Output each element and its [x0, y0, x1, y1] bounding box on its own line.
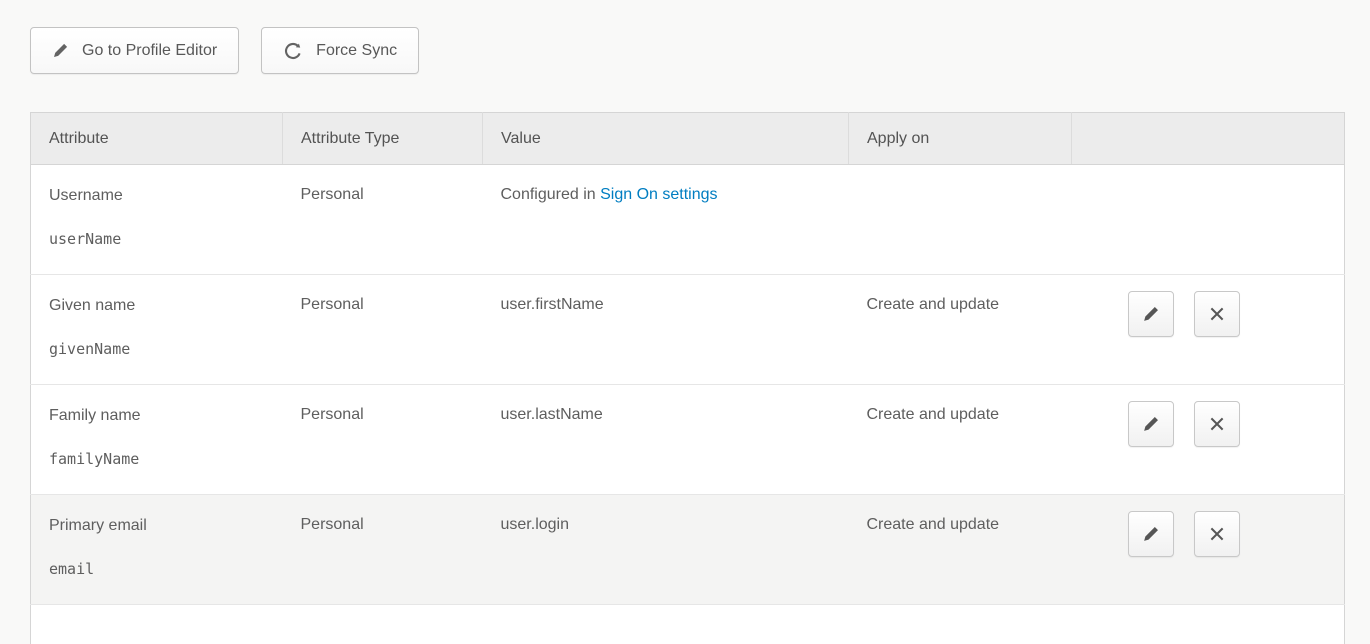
apply-on-text: Create and update [867, 296, 1000, 313]
column-header-attribute-type: Attribute Type [283, 113, 483, 165]
column-header-attribute: Attribute [31, 113, 283, 165]
attribute-label: Family name [49, 406, 265, 426]
edit-button[interactable] [1128, 291, 1174, 337]
value-text: user.lastName [501, 406, 603, 423]
attribute-type: Personal [301, 406, 364, 423]
value-text: Configured in [501, 186, 601, 203]
attribute-variable: userName [49, 230, 265, 248]
close-icon [1208, 305, 1226, 323]
edit-button[interactable] [1128, 401, 1174, 447]
attribute-type: Personal [301, 296, 364, 313]
pencil-icon [1142, 305, 1160, 323]
delete-button[interactable] [1194, 511, 1240, 557]
table-row: Primary email email Personal user.login … [31, 495, 1345, 605]
column-header-actions [1072, 113, 1345, 165]
apply-on-text: Create and update [867, 406, 1000, 423]
value-text: user.firstName [501, 296, 604, 313]
edit-button[interactable] [1128, 511, 1174, 557]
column-header-apply-on: Apply on [849, 113, 1072, 165]
pencil-icon [1142, 415, 1160, 433]
table-row: Given name givenName Personal user.first… [31, 275, 1345, 385]
table-row-partial [31, 605, 1345, 644]
delete-button[interactable] [1194, 291, 1240, 337]
force-sync-label: Force Sync [316, 42, 397, 60]
attribute-variable: givenName [49, 340, 265, 358]
attribute-label: Username [49, 186, 265, 206]
close-icon [1208, 415, 1226, 433]
pencil-icon [52, 42, 69, 59]
apply-on-text: Create and update [867, 516, 1000, 533]
force-sync-button[interactable]: Force Sync [261, 27, 419, 74]
attribute-type: Personal [301, 186, 364, 203]
delete-button[interactable] [1194, 401, 1240, 447]
attribute-variable: familyName [49, 450, 265, 468]
header-row: Attribute Attribute Type Value Apply on [31, 113, 1345, 165]
column-header-value: Value [483, 113, 849, 165]
value-text: user.login [501, 516, 570, 533]
pencil-icon [1142, 525, 1160, 543]
attribute-variable: email [49, 560, 265, 578]
page: Go to Profile Editor Force Sync Attribut… [0, 0, 1370, 644]
attribute-mappings-table: Attribute Attribute Type Value Apply on … [30, 112, 1345, 644]
go-to-profile-editor-button[interactable]: Go to Profile Editor [30, 27, 239, 74]
close-icon [1208, 525, 1226, 543]
attribute-label: Primary email [49, 516, 265, 536]
attribute-type: Personal [301, 516, 364, 533]
go-to-profile-editor-label: Go to Profile Editor [82, 42, 217, 60]
attribute-label: Given name [49, 296, 265, 316]
table-row: Family name familyName Personal user.las… [31, 385, 1345, 495]
sign-on-settings-link[interactable]: Sign On settings [600, 186, 717, 203]
table-row: Username userName Personal Configured in… [31, 165, 1345, 275]
refresh-icon [283, 41, 303, 61]
toolbar: Go to Profile Editor Force Sync [30, 27, 1344, 74]
